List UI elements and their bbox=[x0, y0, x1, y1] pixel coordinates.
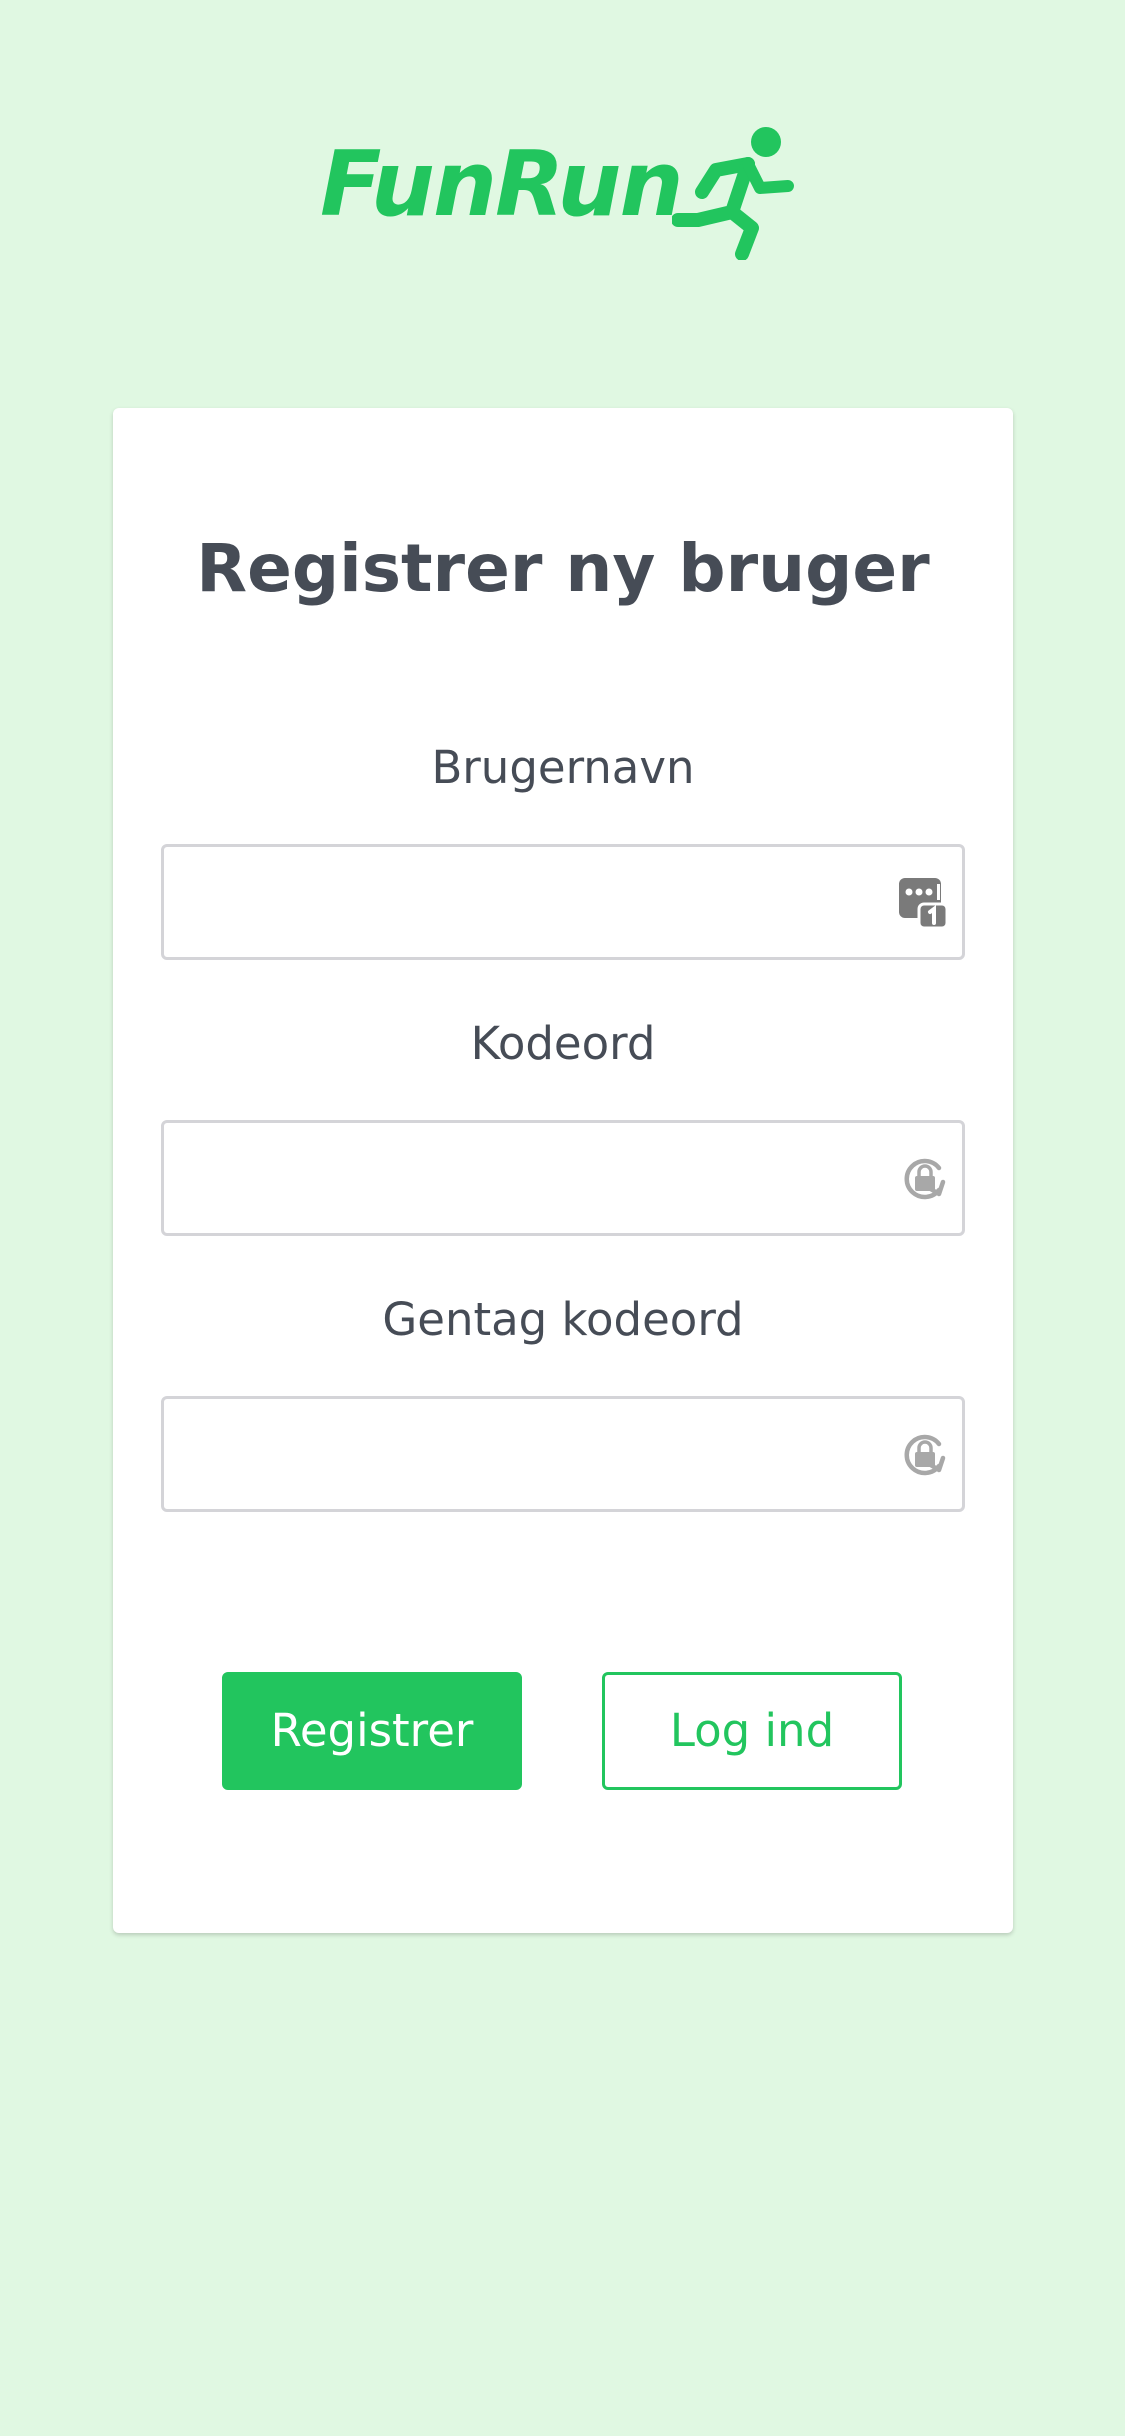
password-lock-icon bbox=[904, 1158, 946, 1200]
app-logo: FunRun bbox=[320, 120, 800, 260]
repeat-password-label: Gentag kodeord bbox=[382, 1293, 744, 1346]
repeat-password-input[interactable] bbox=[161, 1396, 965, 1512]
login-button[interactable]: Log ind bbox=[602, 1672, 902, 1790]
logo-text: FunRun bbox=[320, 132, 684, 237]
credential-autofill-icon bbox=[899, 878, 949, 930]
password-input[interactable] bbox=[161, 1120, 965, 1236]
page-title: Registrer ny bruger bbox=[196, 530, 930, 607]
register-button[interactable]: Registrer bbox=[222, 1672, 522, 1790]
password-lock-icon bbox=[904, 1434, 946, 1476]
register-card: Registrer ny bruger Brugernavn Kodeord G… bbox=[113, 408, 1013, 1933]
username-input[interactable] bbox=[161, 844, 965, 960]
username-label: Brugernavn bbox=[431, 741, 695, 794]
password-label: Kodeord bbox=[470, 1017, 656, 1070]
running-person-icon bbox=[672, 127, 794, 260]
